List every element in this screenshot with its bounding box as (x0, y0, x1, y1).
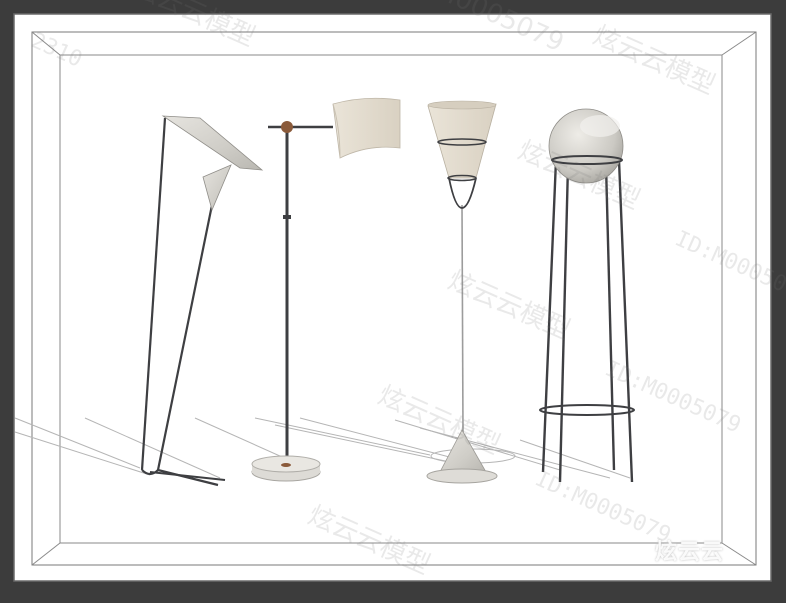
render-viewport: 炫云云模型 ID:M0005079 炫云云模型 2310 炫云云模型 ID:M0… (0, 0, 786, 598)
corner-logo: 炫云云 (654, 540, 724, 565)
scene-canvas (13, 13, 772, 582)
